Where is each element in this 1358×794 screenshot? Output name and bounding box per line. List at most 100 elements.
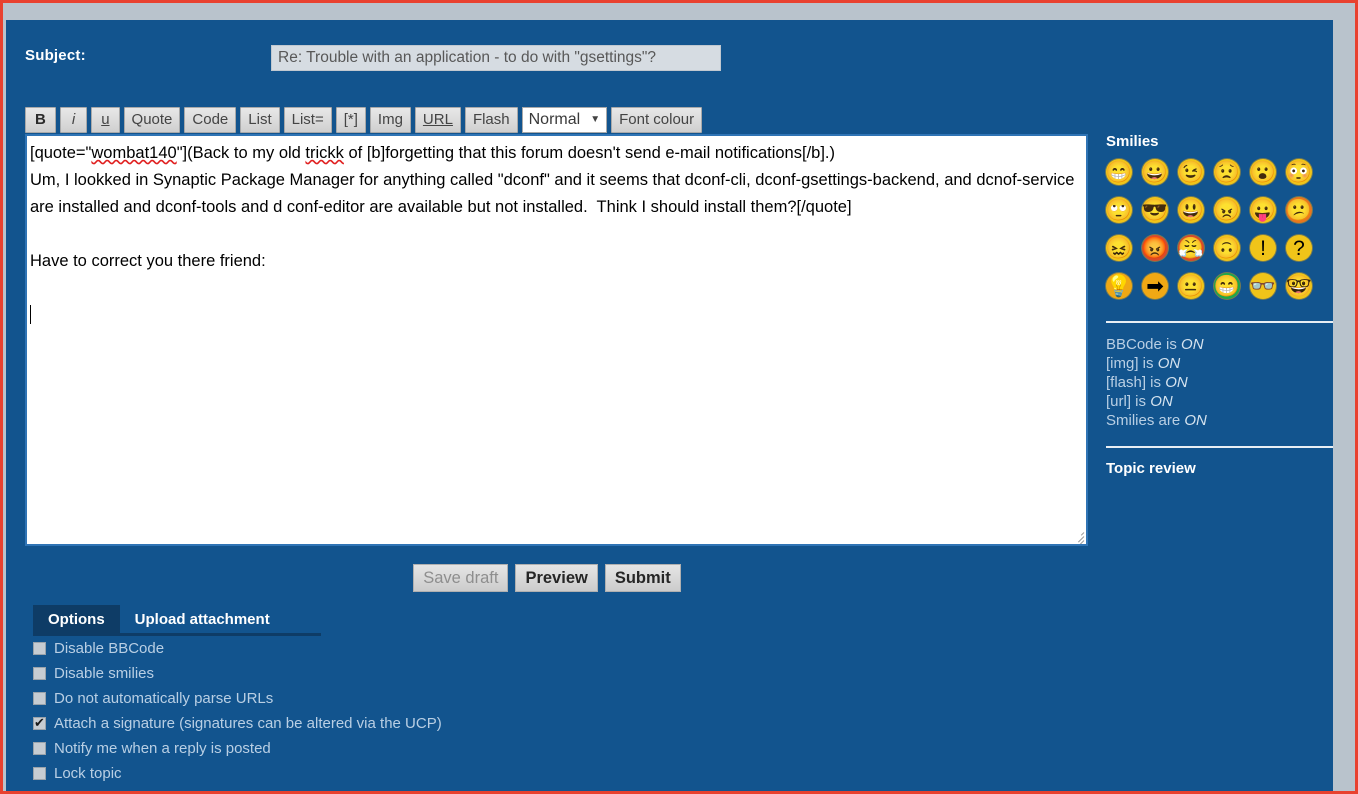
status-url-prefix: [url] is <box>1106 393 1151 410</box>
side-divider-top <box>1106 321 1333 323</box>
topic-review-heading: Topic review <box>1106 460 1196 477</box>
status-smilies-prefix: Smilies are <box>1106 412 1185 429</box>
ordered-list-button[interactable]: List= <box>283 107 332 133</box>
smiley-question[interactable]: ? <box>1286 235 1312 261</box>
chevron-down-icon: ▼ <box>590 114 601 125</box>
no-parse-urls-label: Do not automatically parse URLs <box>54 690 274 707</box>
smiley-exclamation[interactable]: ! <box>1250 235 1276 261</box>
smiley-arrow-right[interactable]: ➡ <box>1142 273 1168 299</box>
option-row-lock-topic[interactable]: Lock topic <box>33 761 673 786</box>
smiley-wink[interactable]: 😉 <box>1178 159 1204 185</box>
smiley-blush-orange[interactable]: 😕 <box>1286 197 1312 223</box>
smiley-glasses[interactable]: 👓 <box>1250 273 1276 299</box>
list-item-button[interactable]: [*] <box>335 107 366 133</box>
subject-label: Subject: <box>25 47 86 64</box>
option-row-disable-smilies[interactable]: Disable smilies <box>33 661 673 686</box>
message-paragraph-3: Have to correct you there friend: <box>30 252 266 270</box>
tab-upload-attachment[interactable]: Upload attachment <box>120 605 285 636</box>
disable-smilies-checkbox[interactable] <box>33 667 46 680</box>
smiley-big-grin[interactable]: 😁 <box>1106 159 1132 185</box>
tab-underline-bar <box>33 633 321 636</box>
smiley-neutral[interactable]: 😐 <box>1178 273 1204 299</box>
font-colour-button[interactable]: Font colour <box>611 107 703 133</box>
smiley-green-grin[interactable]: 😁 <box>1214 273 1240 299</box>
font-size-select[interactable]: Normal ▼ <box>521 107 608 133</box>
smiley-tongue-out[interactable]: 😛 <box>1250 197 1276 223</box>
option-row-disable-bbcode[interactable]: Disable BBCode <box>33 636 673 661</box>
options-panel: Options Upload attachment Disable BBCode… <box>33 605 673 786</box>
quote-rest-text: of [b]forgetting that this forum doesn't… <box>343 144 836 162</box>
misspelled-word-wombat140: wombat140 <box>91 144 177 162</box>
code-button[interactable]: Code <box>184 107 237 133</box>
smiley-angry-red[interactable]: 😡 <box>1142 235 1168 261</box>
side-panel: Smilies 😁 😀 😉 😟 😮 😳 🙄 😎 😃 😠 😛 😕 😖 😡 😤 🙃!? 💡 ➡ 😐 😁 👓 🤓 BBCode … <box>1106 133 1333 477</box>
list-button[interactable]: List <box>240 107 280 133</box>
status-flash: [flash] is ON <box>1106 373 1333 392</box>
preview-button[interactable]: Preview <box>515 564 598 592</box>
attach-signature-label: Attach a signature (signatures can be al… <box>54 715 442 732</box>
side-divider-bottom <box>1106 446 1333 448</box>
post-reply-page: Subject: B i u Quote Code List List= [*]… <box>6 20 1333 791</box>
disable-bbcode-label: Disable BBCode <box>54 640 165 657</box>
disable-smilies-label: Disable smilies <box>54 665 155 682</box>
message-text-content: [quote="wombat140"](Back to my old trick… <box>30 140 1082 329</box>
smiley-mad-red[interactable]: 😤 <box>1178 235 1204 261</box>
smiley-laugh[interactable]: 😃 <box>1178 197 1204 223</box>
font-size-value: Normal <box>528 111 581 128</box>
status-bbcode: BBCode is ON <box>1106 335 1333 354</box>
subject-input[interactable] <box>271 45 721 71</box>
smiley-sad[interactable]: 😟 <box>1214 159 1240 185</box>
status-img: [img] is ON <box>1106 354 1333 373</box>
status-img-state: ON <box>1157 355 1181 372</box>
lock-topic-label: Lock topic <box>54 765 122 782</box>
window-chrome-strip <box>3 3 1355 20</box>
form-action-buttons: Save draft Preview Submit <box>6 564 1088 592</box>
no-parse-urls-checkbox[interactable] <box>33 692 46 705</box>
quote-button[interactable]: Quote <box>123 107 181 133</box>
smiley-idea-lightbulb[interactable]: 💡 <box>1106 273 1132 299</box>
text-cursor <box>30 305 31 324</box>
smiley-evil-grin[interactable]: 😠 <box>1214 197 1240 223</box>
misspelled-word-trickk: trickk <box>305 144 344 162</box>
attach-signature-checkbox[interactable] <box>33 714 46 732</box>
status-bbcode-prefix: BBCode is <box>1106 336 1182 353</box>
options-tab-strip: Options Upload attachment <box>33 605 673 636</box>
bold-button[interactable]: B <box>25 107 56 133</box>
image-button[interactable]: Img <box>369 107 411 133</box>
quote-open-text: [quote=" <box>30 144 92 162</box>
italic-button[interactable]: i <box>59 107 88 133</box>
notify-reply-checkbox[interactable] <box>33 742 46 755</box>
smiley-grin-teeth[interactable]: 😀 <box>1142 159 1168 185</box>
message-textarea[interactable]: [quote="wombat140"](Back to my old trick… <box>25 134 1088 546</box>
tab-options[interactable]: Options <box>33 605 120 636</box>
smiley-cool-sunglasses[interactable]: 😎 <box>1142 197 1168 223</box>
smilies-grid: 😁 😀 😉 😟 😮 😳 🙄 😎 😃 😠 😛 😕 😖 😡 😤 🙃!? 💡 ➡ 😐 😁 👓 🤓 <box>1106 159 1333 305</box>
textarea-resize-grip[interactable] <box>1071 529 1085 544</box>
status-smilies-state: ON <box>1184 412 1207 429</box>
submit-button[interactable]: Submit <box>604 564 681 592</box>
subject-row: Subject: <box>6 20 1333 92</box>
option-row-attach-signature[interactable]: Attach a signature (signatures can be al… <box>33 711 673 736</box>
url-button[interactable]: URL <box>414 107 461 133</box>
option-row-no-parse-urls[interactable]: Do not automatically parse URLs <box>33 686 673 711</box>
smiley-shocked[interactable]: 😮 <box>1250 159 1276 185</box>
lock-topic-checkbox[interactable] <box>33 767 46 780</box>
bbcode-toolbar: B i u Quote Code List List= [*] Img URL … <box>25 106 703 134</box>
smiley-eyes-up[interactable]: 🙃 <box>1214 235 1240 261</box>
message-paragraph-2: Um, I lookked in Synaptic Package Manage… <box>30 171 1080 216</box>
smiley-wide-eyes[interactable]: 😳 <box>1286 159 1312 185</box>
save-draft-button[interactable]: Save draft <box>413 564 509 592</box>
browser-window-frame: Subject: B i u Quote Code List List= [*]… <box>0 0 1358 794</box>
smiley-nerd-glasses[interactable]: 🤓 <box>1286 273 1312 299</box>
status-img-prefix: [img] is <box>1106 355 1158 372</box>
smilies-heading: Smilies <box>1106 133 1159 150</box>
status-bbcode-state: ON <box>1181 336 1204 353</box>
option-row-notify-reply[interactable]: Notify me when a reply is posted <box>33 736 673 761</box>
status-smilies: Smilies are ON <box>1106 411 1333 430</box>
smiley-rolling-eyes[interactable]: 🙄 <box>1106 197 1132 223</box>
disable-bbcode-checkbox[interactable] <box>33 642 46 655</box>
status-flash-state: ON <box>1165 374 1188 391</box>
flash-button[interactable]: Flash <box>464 107 518 133</box>
smiley-confused[interactable]: 😖 <box>1106 235 1132 261</box>
underline-button[interactable]: u <box>91 107 120 133</box>
